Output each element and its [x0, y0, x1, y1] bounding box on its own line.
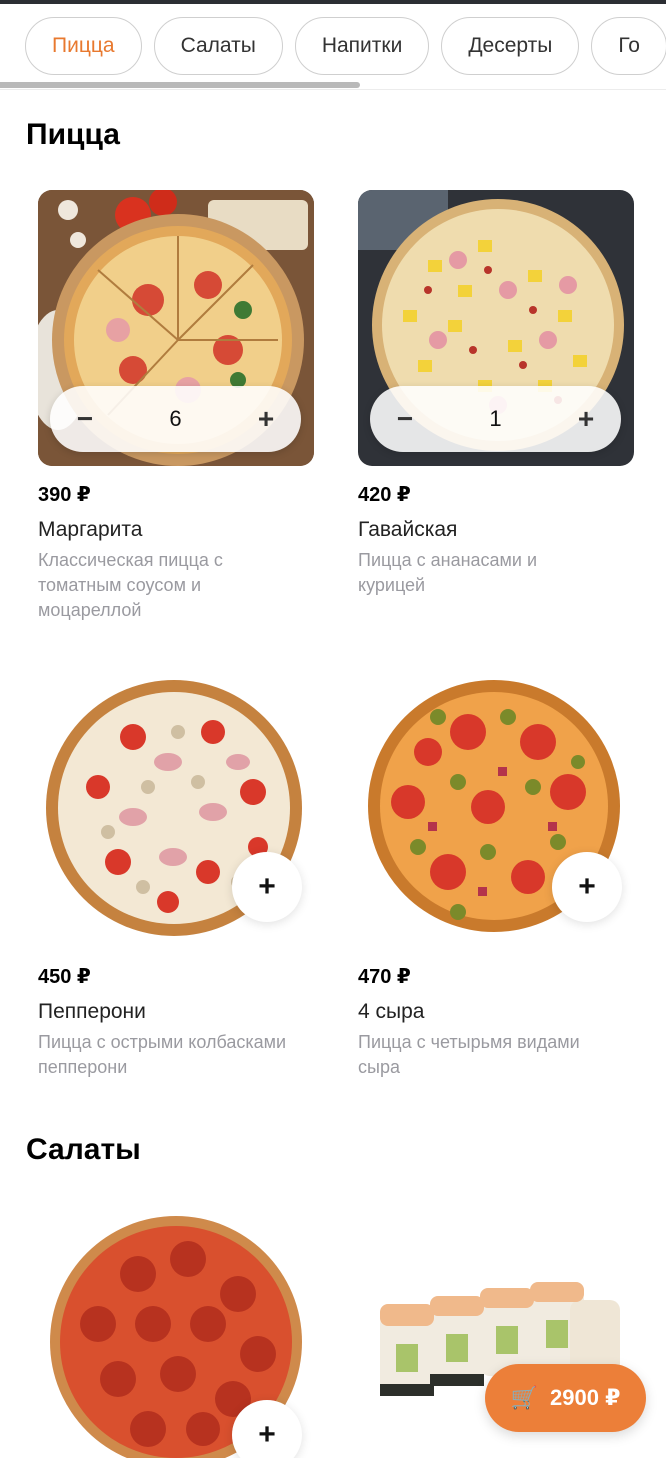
quantity-value: 1 [489, 406, 502, 431]
tabs-scroll-indicator [0, 82, 360, 88]
product-price: 420 ₽ [358, 484, 411, 506]
add-to-cart-button[interactable]: + [232, 852, 302, 922]
cart-button[interactable]: 🛒 2900 ₽ [485, 1364, 646, 1432]
product-image-hawaiian: − 1 + [358, 190, 634, 466]
section-title-pizza: Пицца [26, 118, 120, 151]
tab-pizza[interactable]: Пицца [25, 17, 142, 75]
section-title-salads: Салаты [26, 1133, 141, 1166]
product-price: 470 ₽ [358, 966, 411, 988]
increase-button[interactable]: + [251, 403, 281, 435]
tab-salads[interactable]: Салаты [153, 17, 283, 75]
cart-total: 2900 ₽ [550, 1385, 621, 1410]
product-card[interactable]: + 450 ₽ Пепперони Пицца с острыми колбас… [38, 672, 314, 1077]
quantity-stepper: − 1 + [370, 386, 621, 452]
category-tabs: Пицца Салаты Напитки Десерты Го [0, 4, 666, 90]
product-description: Классическая пицца с томатным соусом и м… [38, 550, 223, 620]
product-card[interactable]: − 1 + 420 ₽ Гавайская Пицца с ананасами … [358, 190, 634, 595]
product-card[interactable]: − 6 + 390 ₽ Маргарита Классическая пицца… [38, 190, 314, 620]
tab-drinks[interactable]: Напитки [294, 17, 430, 75]
product-image-pepperoni: + [38, 672, 314, 948]
product-name: Пепперони [38, 1000, 146, 1023]
product-name: 4 сыра [358, 1000, 425, 1023]
cart-icon: 🛒 [510, 1385, 539, 1410]
product-price: 450 ₽ [38, 966, 91, 988]
product-description: Пицца с ананасами и курицей [358, 550, 538, 595]
product-description: Пицца с четырьмя видами сыра [358, 1032, 580, 1077]
product-image-pepperoni-full: + [38, 1204, 314, 1458]
tab-hot[interactable]: Го [591, 17, 666, 75]
tab-desserts[interactable]: Десерты [441, 17, 580, 75]
add-to-cart-button[interactable]: + [552, 852, 622, 922]
quantity-value: 6 [169, 406, 182, 431]
decrease-button[interactable]: − [390, 403, 420, 435]
product-card[interactable]: + [38, 1204, 314, 1458]
quantity-stepper: − 6 + [50, 386, 301, 452]
increase-button[interactable]: + [571, 403, 601, 435]
product-card[interactable]: + 470 ₽ 4 сыра Пицца с четырьмя видами с… [358, 672, 634, 1077]
product-price: 390 ₽ [38, 484, 91, 506]
product-image-margarita: − 6 + [38, 190, 314, 466]
decrease-button[interactable]: − [70, 403, 100, 435]
product-name: Гавайская [358, 518, 458, 541]
product-name: Маргарита [38, 518, 143, 541]
product-description: Пицца с острыми колбасками пепперони [38, 1032, 287, 1077]
product-image-four-cheese: + [358, 672, 634, 948]
